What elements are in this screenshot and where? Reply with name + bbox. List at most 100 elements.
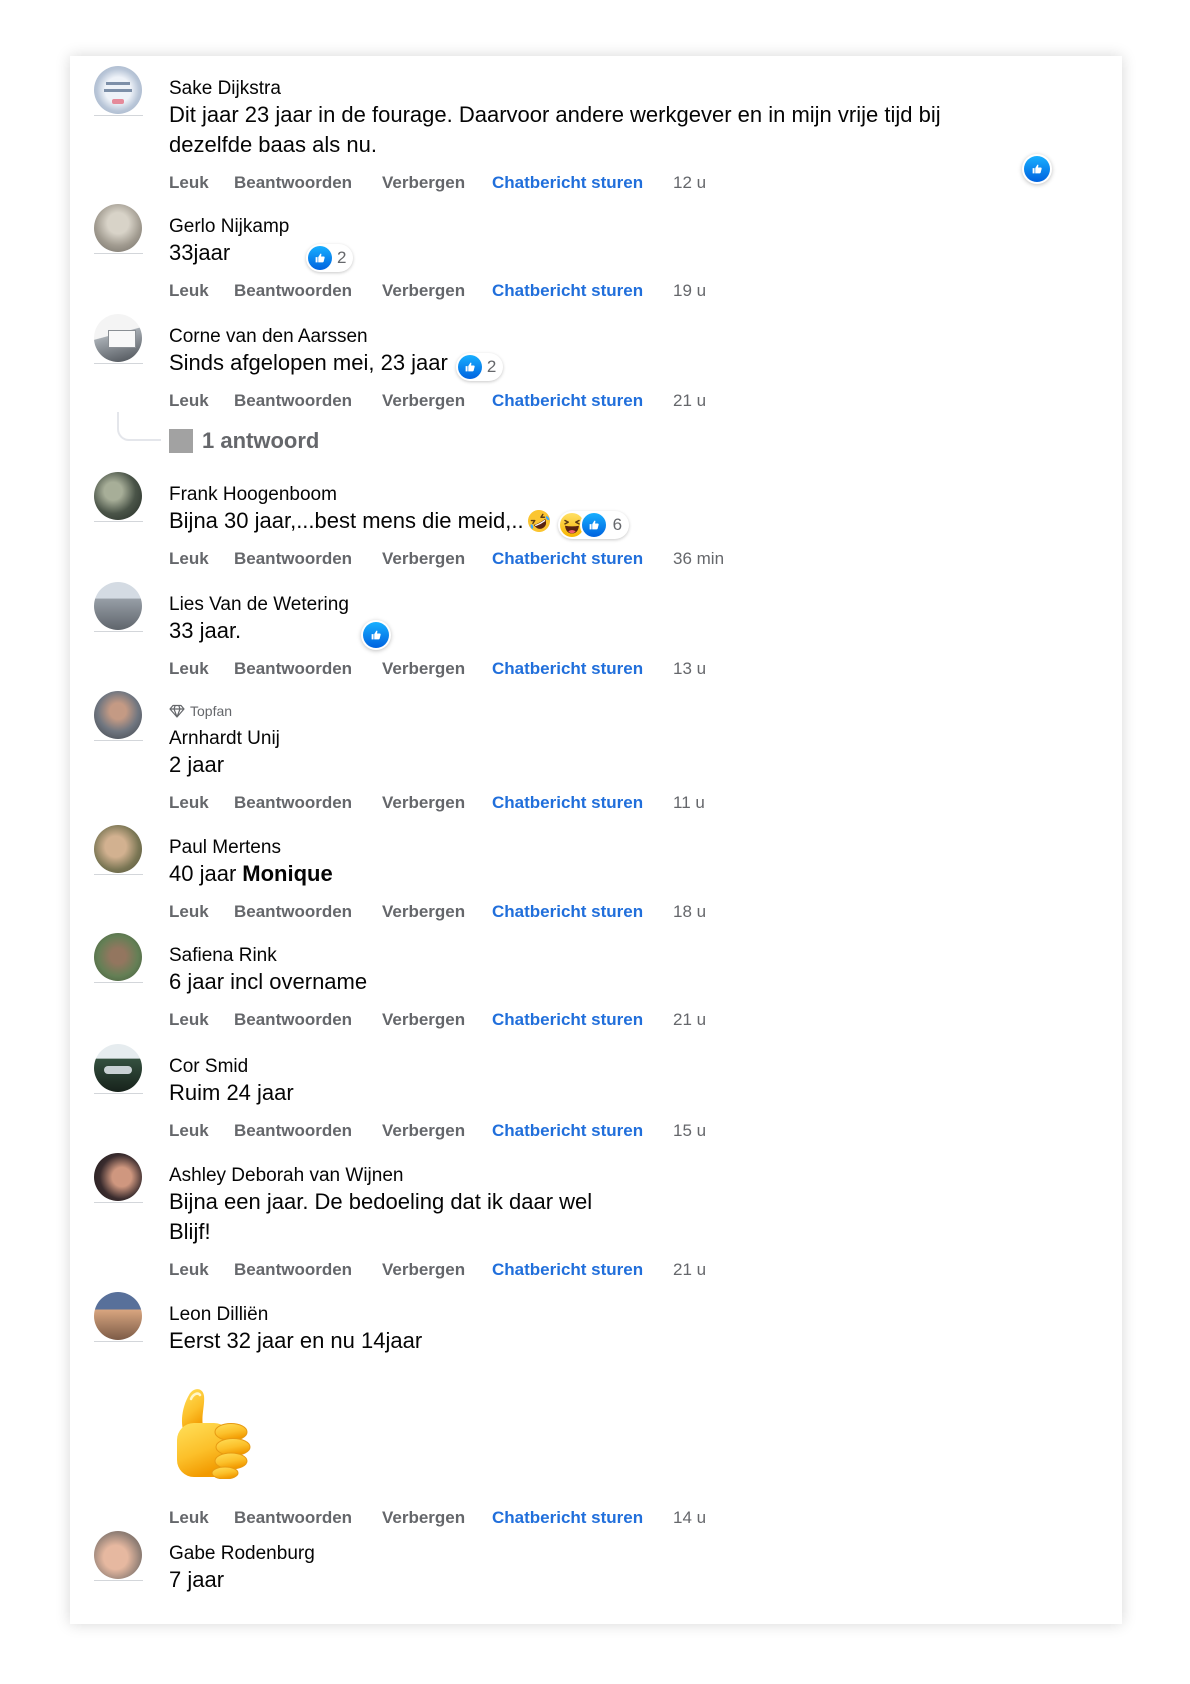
- send-message-button[interactable]: Chatbericht sturen: [492, 1119, 643, 1143]
- hide-button[interactable]: Verbergen: [382, 389, 465, 413]
- comment-author[interactable]: Frank Hoogenboom: [169, 484, 729, 506]
- comment-body: Paul Mertens 40 jaar Monique Leuk Beantw…: [169, 837, 729, 924]
- mention-link[interactable]: Monique: [242, 859, 332, 889]
- like-button[interactable]: Leuk: [169, 389, 209, 413]
- avatar[interactable]: [94, 1044, 142, 1092]
- topfan-label: Topfan: [190, 703, 233, 719]
- view-replies-link[interactable]: 1 antwoord: [202, 426, 319, 456]
- like-button[interactable]: Leuk: [169, 547, 209, 571]
- comment-author[interactable]: Leon Dilliën: [169, 1304, 729, 1326]
- comment-author[interactable]: Gabe Rodenburg: [169, 1543, 315, 1565]
- comment-text-row: Bijna 30 jaar,...best mens die meid,.. 6: [169, 506, 729, 539]
- avatar[interactable]: [94, 691, 142, 739]
- like-button[interactable]: Leuk: [169, 279, 209, 303]
- hide-button[interactable]: Verbergen: [382, 1008, 465, 1032]
- reply-button[interactable]: Beantwoorden: [234, 1119, 352, 1143]
- comment-timestamp[interactable]: 36 min: [673, 547, 724, 571]
- avatar[interactable]: [94, 1153, 142, 1201]
- comment-author[interactable]: Gerlo Nijkamp: [169, 216, 729, 238]
- like-button[interactable]: Leuk: [169, 791, 209, 815]
- like-button[interactable]: Leuk: [169, 1119, 209, 1143]
- reply-avatar-placeholder[interactable]: [169, 429, 193, 453]
- like-button[interactable]: Leuk: [169, 1258, 209, 1282]
- reply-button[interactable]: Beantwoorden: [234, 1258, 352, 1282]
- reply-button[interactable]: Beantwoorden: [234, 657, 352, 681]
- avatar[interactable]: [94, 472, 142, 520]
- comment-timestamp[interactable]: 18 u: [673, 900, 706, 924]
- comment-author[interactable]: Ashley Deborah van Wijnen: [169, 1165, 729, 1187]
- send-message-button[interactable]: Chatbericht sturen: [492, 657, 643, 681]
- hide-button[interactable]: Verbergen: [382, 171, 465, 195]
- hide-button[interactable]: Verbergen: [382, 279, 465, 303]
- avatar[interactable]: [94, 825, 142, 873]
- comment-author[interactable]: Corne van den Aarssen: [169, 326, 729, 348]
- send-message-button[interactable]: Chatbericht sturen: [492, 791, 643, 815]
- avatar[interactable]: [94, 314, 142, 362]
- comment-author[interactable]: Lies Van de Wetering: [169, 594, 729, 616]
- reaction-badge[interactable]: [1022, 154, 1052, 184]
- reaction-badge[interactable]: 2: [455, 353, 504, 381]
- comment-author[interactable]: Paul Mertens: [169, 837, 729, 859]
- reaction-count: 6: [612, 515, 623, 534]
- send-message-button[interactable]: Chatbericht sturen: [492, 171, 643, 195]
- comment-author[interactable]: Arnhardt Unij: [169, 728, 729, 750]
- comment-actions: Leuk Beantwoorden Verbergen Chatbericht …: [169, 657, 729, 681]
- comment-author[interactable]: Sake Dijkstra: [169, 78, 941, 100]
- send-message-button[interactable]: Chatbericht sturen: [492, 900, 643, 924]
- avatar-divider: [94, 1093, 143, 1094]
- send-message-button[interactable]: Chatbericht sturen: [492, 547, 643, 571]
- comment-timestamp[interactable]: 11 u: [673, 791, 705, 815]
- comment-text: 6 jaar incl overname: [169, 969, 368, 994]
- comment: Ashley Deborah van Wijnen Bijna een jaar…: [0, 1153, 1190, 1279]
- hide-button[interactable]: Verbergen: [382, 1258, 465, 1282]
- hide-button[interactable]: Verbergen: [382, 1119, 465, 1143]
- reply-button[interactable]: Beantwoorden: [234, 1506, 352, 1530]
- hide-button[interactable]: Verbergen: [382, 900, 465, 924]
- rolling-on-floor-laughing-icon: [527, 510, 550, 532]
- hide-button[interactable]: Verbergen: [382, 1506, 465, 1530]
- like-reaction-icon: [1024, 156, 1050, 182]
- reaction-badge[interactable]: 2: [306, 244, 354, 272]
- like-button[interactable]: Leuk: [169, 1008, 209, 1032]
- like-button[interactable]: Leuk: [169, 900, 209, 924]
- comment-timestamp[interactable]: 21 u: [673, 389, 706, 413]
- avatar[interactable]: [94, 933, 142, 981]
- like-button[interactable]: Leuk: [169, 657, 209, 681]
- comment-timestamp[interactable]: 21 u: [673, 1258, 706, 1282]
- hide-button[interactable]: Verbergen: [382, 657, 465, 681]
- send-message-button[interactable]: Chatbericht sturen: [492, 389, 643, 413]
- reply-button[interactable]: Beantwoorden: [234, 547, 352, 571]
- comment-timestamp[interactable]: 13 u: [673, 657, 706, 681]
- comment-timestamp[interactable]: 12 u: [673, 171, 706, 195]
- comment-timestamp[interactable]: 14 u: [673, 1506, 706, 1530]
- avatar[interactable]: [94, 204, 142, 252]
- avatar[interactable]: [94, 66, 142, 114]
- avatar[interactable]: [94, 582, 142, 630]
- like-button[interactable]: Leuk: [169, 1506, 209, 1530]
- reaction-badge[interactable]: 6: [557, 511, 630, 539]
- comment-author[interactable]: Safiena Rink: [169, 945, 729, 967]
- comment-timestamp[interactable]: 19 u: [673, 279, 706, 303]
- send-message-button[interactable]: Chatbericht sturen: [492, 1008, 643, 1032]
- avatar[interactable]: [94, 1531, 142, 1579]
- reply-button[interactable]: Beantwoorden: [234, 171, 352, 195]
- reply-button[interactable]: Beantwoorden: [234, 900, 352, 924]
- hide-button[interactable]: Verbergen: [382, 547, 465, 571]
- hide-button[interactable]: Verbergen: [382, 791, 465, 815]
- like-button[interactable]: Leuk: [169, 171, 209, 195]
- reply-button[interactable]: Beantwoorden: [234, 1008, 352, 1032]
- comment-author[interactable]: Cor Smid: [169, 1056, 729, 1078]
- reply-button[interactable]: Beantwoorden: [234, 791, 352, 815]
- comment-timestamp[interactable]: 15 u: [673, 1119, 706, 1143]
- comment-timestamp[interactable]: 21 u: [673, 1008, 706, 1032]
- reaction-badge[interactable]: [361, 620, 391, 650]
- reply-thread-connector: [117, 412, 161, 441]
- reply-button[interactable]: Beantwoorden: [234, 389, 352, 413]
- comment-body: Sake Dijkstra Dit jaar 23 jaar in de fou…: [169, 78, 941, 195]
- avatar[interactable]: [94, 1292, 142, 1340]
- reply-button[interactable]: Beantwoorden: [234, 279, 352, 303]
- send-message-button[interactable]: Chatbericht sturen: [492, 1506, 643, 1530]
- comment-text: 7 jaar: [169, 1567, 225, 1592]
- send-message-button[interactable]: Chatbericht sturen: [492, 279, 643, 303]
- send-message-button[interactable]: Chatbericht sturen: [492, 1258, 643, 1282]
